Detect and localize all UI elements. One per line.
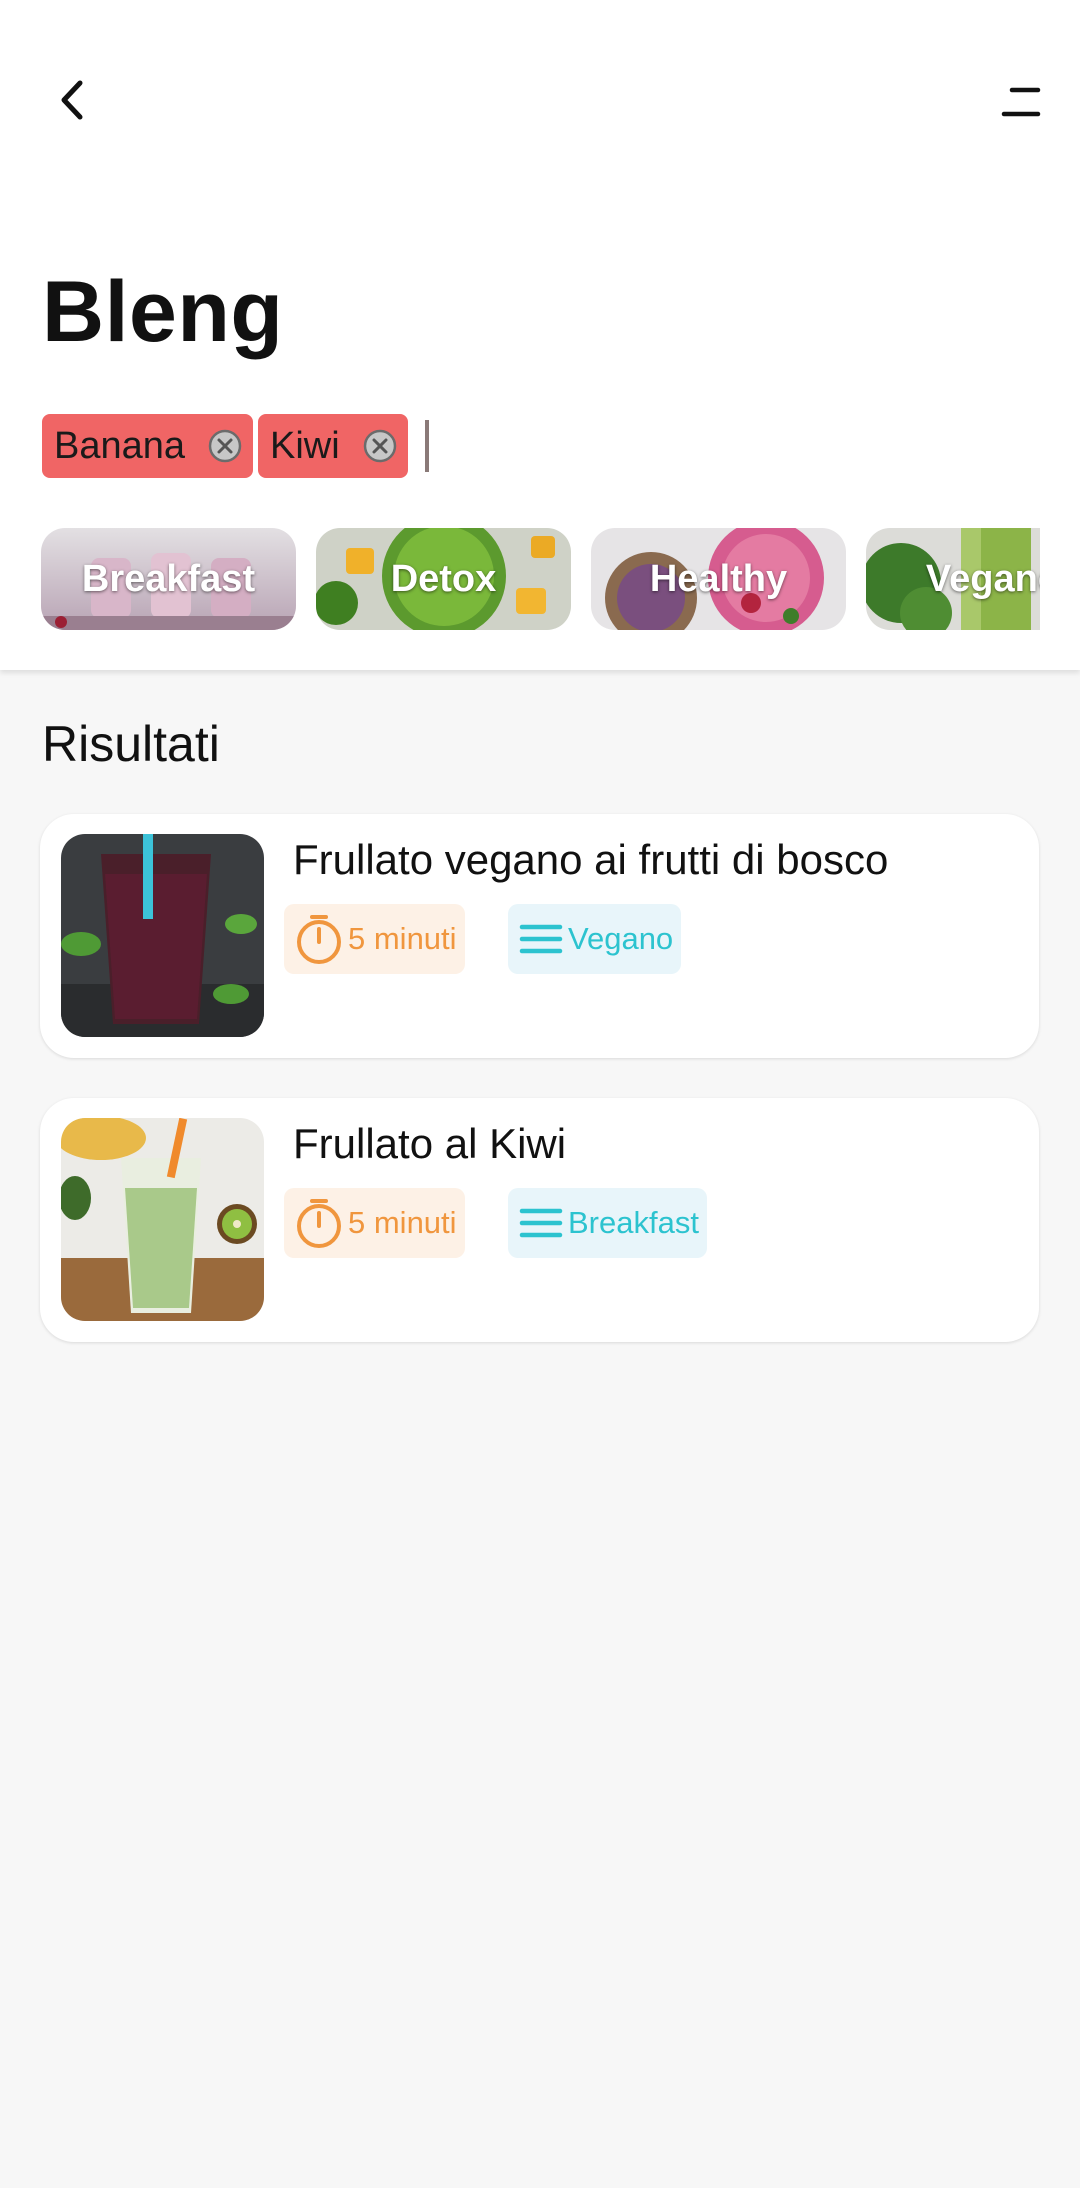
category-label: Detox [390,557,497,600]
recipe-title: Frullato al Kiwi [293,1120,567,1167]
recipe-image [61,834,264,1037]
category-label: Healthy [649,557,788,600]
time-label: 5 minuti [348,921,457,956]
category-badge: Breakfast [508,1188,707,1258]
app-title: Bleng [42,264,284,360]
category-carousel[interactable]: Breakfast Detox Healthy Vegan [41,528,1040,632]
result-card[interactable]: Frullato vegano ai frutti di bosco 5 min… [40,814,1039,1058]
back-button[interactable] [40,60,104,140]
close-circle-icon[interactable] [362,428,398,464]
stopwatch-icon [297,915,341,964]
recipe-title: Frullato vegano ai frutti di bosco [293,836,889,883]
time-badge: 5 minuti [284,1188,465,1258]
category-detox[interactable]: Detox [316,528,571,630]
menu-icon [1001,87,1041,117]
ingredient-chip-kiwi[interactable]: Kiwi [258,414,408,478]
category-label: Breakfast [81,557,256,600]
category-label: Breakfast [568,1205,699,1240]
text-cursor [424,420,429,472]
category-healthy[interactable]: Healthy [591,528,846,630]
result-card[interactable]: Frullato al Kiwi 5 minuti Breakfast [40,1098,1039,1342]
results-title: Risultati [42,716,220,772]
category-label: Vegano [925,557,1040,600]
time-label: 5 minuti [348,1205,457,1240]
chip-label: Kiwi [270,424,340,467]
ingredient-chip-banana[interactable]: Banana [42,414,254,478]
ingredient-input[interactable]: Banana Kiwi [42,414,429,478]
menu-button[interactable] [990,70,1050,130]
category-vegano[interactable]: Vegano [866,528,1040,630]
list-icon [519,1208,563,1238]
category-breakfast[interactable]: Breakfast [41,528,296,630]
category-badge: Vegano [508,904,682,974]
chip-label: Banana [54,424,186,467]
chevron-left-icon [61,80,83,120]
category-label: Vegano [568,921,674,956]
recipe-image [61,1118,264,1321]
close-circle-icon[interactable] [207,428,243,464]
time-badge: 5 minuti [284,904,465,974]
stopwatch-icon [297,1199,341,1248]
list-icon [519,924,563,954]
